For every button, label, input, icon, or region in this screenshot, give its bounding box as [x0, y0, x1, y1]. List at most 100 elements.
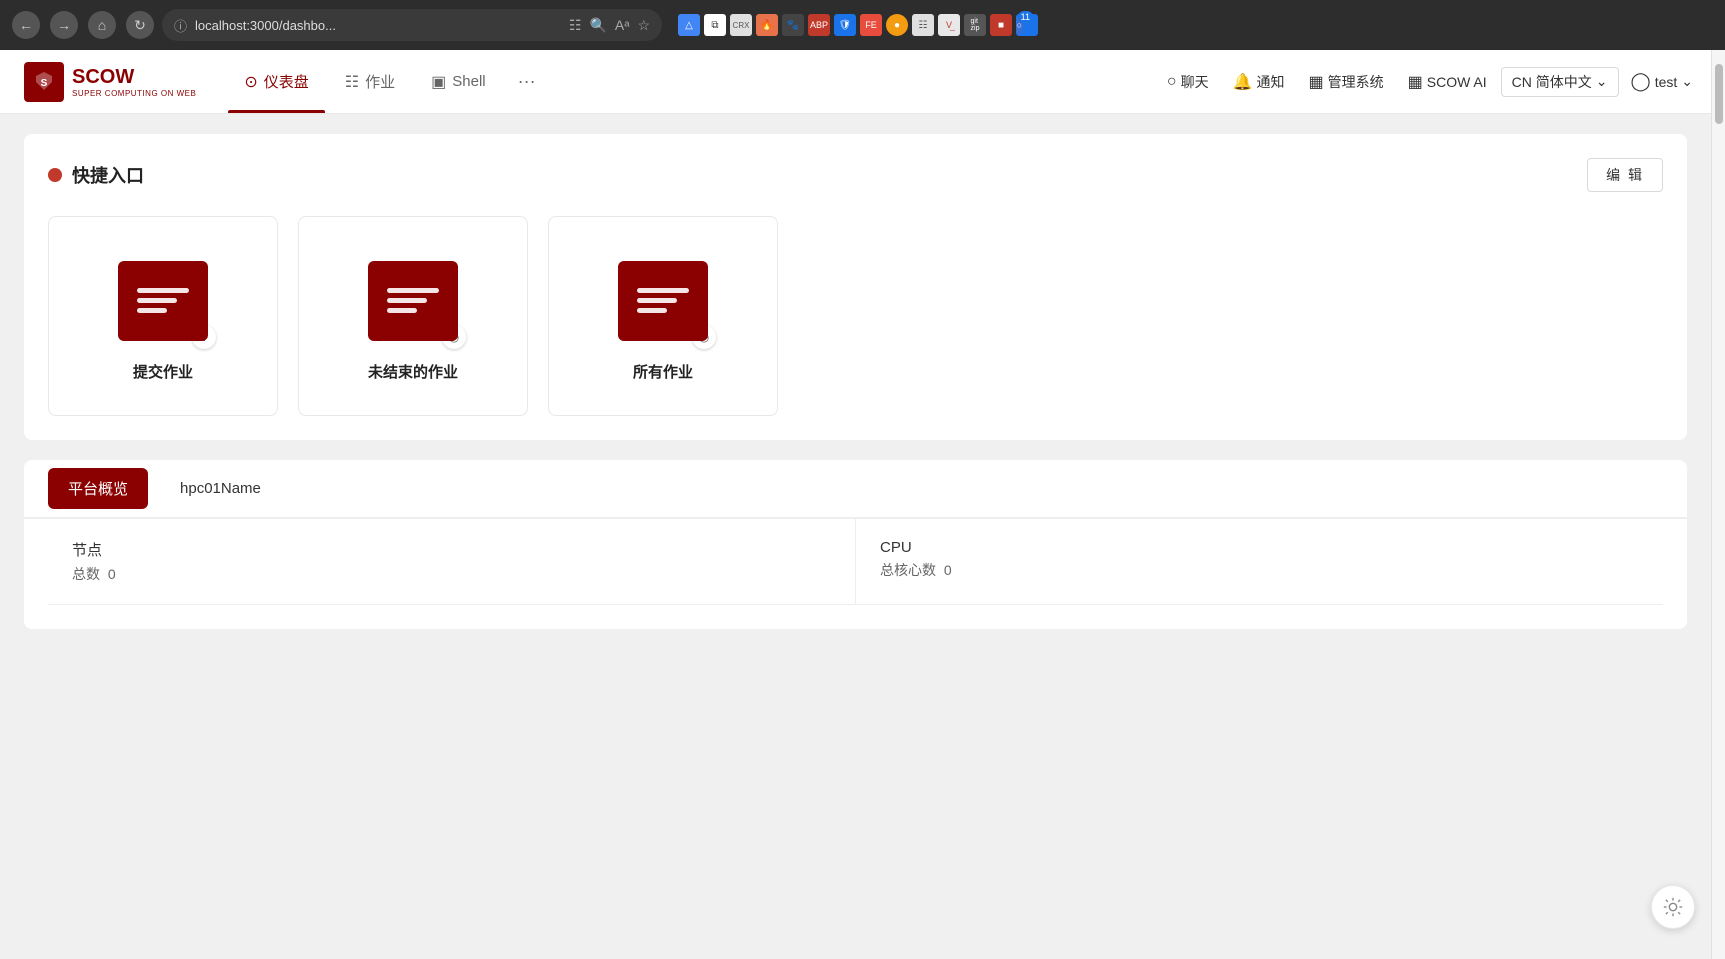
nav-more[interactable]: ··· [506, 50, 548, 113]
browser-chrome: ← → ⌂ ↻ ⓘ localhost:3000/dashbo... ☷ 🔍 A… [0, 0, 1725, 50]
nodes-value-prefix: 总数 [72, 566, 100, 582]
card-icon-main-unfinished [368, 261, 458, 341]
badge-count: 11 [1018, 11, 1033, 23]
scrollbar-thumb[interactable] [1715, 64, 1723, 124]
ext-red-icon[interactable]: ■ [990, 14, 1012, 36]
more-label: ··· [518, 71, 536, 92]
unfinished-jobs-label: 未结束的作业 [368, 361, 458, 382]
line-2 [137, 298, 177, 303]
submit-job-card[interactable]: + 提交作业 [48, 216, 278, 416]
address-bar[interactable]: ⓘ localhost:3000/dashbo... ☷ 🔍 Aᵃ ☆ [162, 9, 662, 41]
nav-management[interactable]: ▦ 管理系统 [1299, 68, 1394, 96]
ext-map-icon[interactable]: △ [678, 14, 700, 36]
ext-cursor-icon[interactable]: ⧉ [704, 14, 726, 36]
tab-platform-overview[interactable]: 平台概览 [48, 468, 148, 509]
quick-access-section: 快捷入口 编 辑 + 提交作业 [24, 134, 1687, 440]
shell-icon: ▣ [431, 72, 446, 92]
nav-dashboard[interactable]: ⊙ 仪表盘 [228, 50, 324, 113]
card-icon-wrapper-submit: + [118, 261, 208, 341]
chat-label: 聊天 [1181, 72, 1209, 92]
forward-button[interactable]: → [50, 11, 78, 39]
text-icon: Aᵃ [615, 17, 630, 33]
nav-notifications[interactable]: 🔔 通知 [1223, 68, 1295, 96]
section-title: 快捷入口 [48, 162, 144, 188]
logo-sub: SUPER COMPUTING ON WEB [72, 89, 196, 98]
logo-icon: S [24, 62, 64, 102]
notification-icon: 🔔 [1233, 72, 1253, 92]
all-jobs-card[interactable]: ◷ 所有作业 [548, 216, 778, 416]
ext-shield-icon[interactable]: 🛡 [834, 14, 856, 36]
nodes-value: 总数 0 [72, 564, 831, 584]
ext-vk-icon[interactable]: V͢ [938, 14, 960, 36]
settings-fab-button[interactable] [1651, 885, 1695, 929]
stats-row: 节点 总数 0 CPU 总核心数 0 [48, 519, 1663, 605]
platform-tabs: 平台概览 hpc01Name [24, 460, 1687, 519]
scrollbar[interactable] [1711, 50, 1725, 959]
cpu-count: 0 [944, 562, 952, 578]
svg-text:S: S [41, 78, 48, 89]
username: test [1655, 74, 1678, 90]
nav-shell[interactable]: ▣ Shell [415, 50, 501, 113]
navbar: S SCOW SUPER COMPUTING ON WEB ⊙ 仪表盘 ☷ 作业… [0, 50, 1725, 114]
unfinished-jobs-card[interactable]: ◷ 未结束的作业 [298, 216, 528, 416]
card-lines-unfinished [387, 288, 439, 313]
ext-gitzip-icon[interactable]: gitzip [964, 14, 986, 36]
management-icon: ▦ [1309, 72, 1324, 92]
ext-claw-icon[interactable]: 🐾 [782, 14, 804, 36]
nav-items: ⊙ 仪表盘 ☷ 作业 ▣ Shell ··· [228, 50, 547, 113]
zoom-icon: 🔍 [589, 17, 606, 34]
star-icon: ☆ [637, 17, 650, 34]
line-3 [387, 308, 417, 313]
nav-shell-label: Shell [452, 73, 485, 90]
language-label: CN 简体中文 [1512, 72, 1592, 92]
scow-ai-icon: ▦ [1408, 72, 1423, 92]
line-2 [637, 298, 677, 303]
logo[interactable]: S SCOW SUPER COMPUTING ON WEB [24, 62, 196, 102]
ext-doc-icon[interactable]: ☷ [912, 14, 934, 36]
card-icon-wrapper-all: ◷ [618, 261, 708, 341]
user-menu[interactable]: ◯ test ⌄ [1623, 67, 1701, 96]
browser-extensions: △ ⧉ CRX 🔥 🐾 ABP 🛡 FE ● ☷ V͢ gitzip ■ ○ 1… [678, 14, 1038, 36]
user-chevron-icon: ⌄ [1681, 73, 1693, 90]
ext-flame-icon[interactable]: 🔥 [756, 14, 778, 36]
card-icon-wrapper-unfinished: ◷ [368, 261, 458, 341]
line-1 [637, 288, 689, 293]
platform-content: 节点 总数 0 CPU 总核心数 0 [24, 519, 1687, 605]
home-button[interactable]: ⌂ [88, 11, 116, 39]
chat-icon: ○ [1167, 73, 1177, 91]
nav-dashboard-label: 仪表盘 [264, 71, 309, 92]
nodes-count: 0 [108, 566, 116, 582]
submit-job-label: 提交作业 [133, 361, 193, 382]
nav-scow-ai[interactable]: ▦ SCOW AI [1398, 68, 1497, 96]
back-button[interactable]: ← [12, 11, 40, 39]
ext-avatar-icon[interactable]: ○ 11 [1016, 14, 1038, 36]
line-2 [387, 298, 427, 303]
line-1 [137, 288, 189, 293]
card-lines-submit [137, 288, 189, 313]
quick-access-title: 快捷入口 [72, 162, 144, 188]
reload-button[interactable]: ↻ [126, 11, 154, 39]
nav-jobs[interactable]: ☷ 作业 [329, 50, 411, 113]
card-icon-main-submit [118, 261, 208, 341]
ext-ab-icon[interactable]: ABP [808, 14, 830, 36]
stat-cpu: CPU 总核心数 0 [855, 519, 1663, 605]
cpu-value: 总核心数 0 [880, 560, 1639, 580]
cpu-value-prefix: 总核心数 [880, 562, 936, 578]
nav-jobs-label: 作业 [365, 71, 395, 92]
browser-controls: ← → ⌂ ↻ [12, 11, 154, 39]
main-content: 快捷入口 编 辑 + 提交作业 [0, 114, 1711, 669]
edit-button[interactable]: 编 辑 [1587, 158, 1663, 192]
ext-crx-icon[interactable]: CRX [730, 14, 752, 36]
dashboard-icon: ⊙ [244, 72, 257, 92]
red-dot-icon [48, 168, 62, 182]
tab-hpc01[interactable]: hpc01Name [156, 464, 285, 513]
info-icon: ⓘ [174, 16, 187, 35]
ext-circle-icon[interactable]: ● [886, 14, 908, 36]
ext-fe-icon[interactable]: FE [860, 14, 882, 36]
all-jobs-label: 所有作业 [633, 361, 693, 382]
management-label: 管理系统 [1328, 72, 1384, 92]
language-selector[interactable]: CN 简体中文 ⌄ [1501, 67, 1619, 97]
user-icon: ◯ [1631, 71, 1651, 92]
nav-chat[interactable]: ○ 聊天 [1157, 68, 1219, 96]
card-icon-main-all [618, 261, 708, 341]
